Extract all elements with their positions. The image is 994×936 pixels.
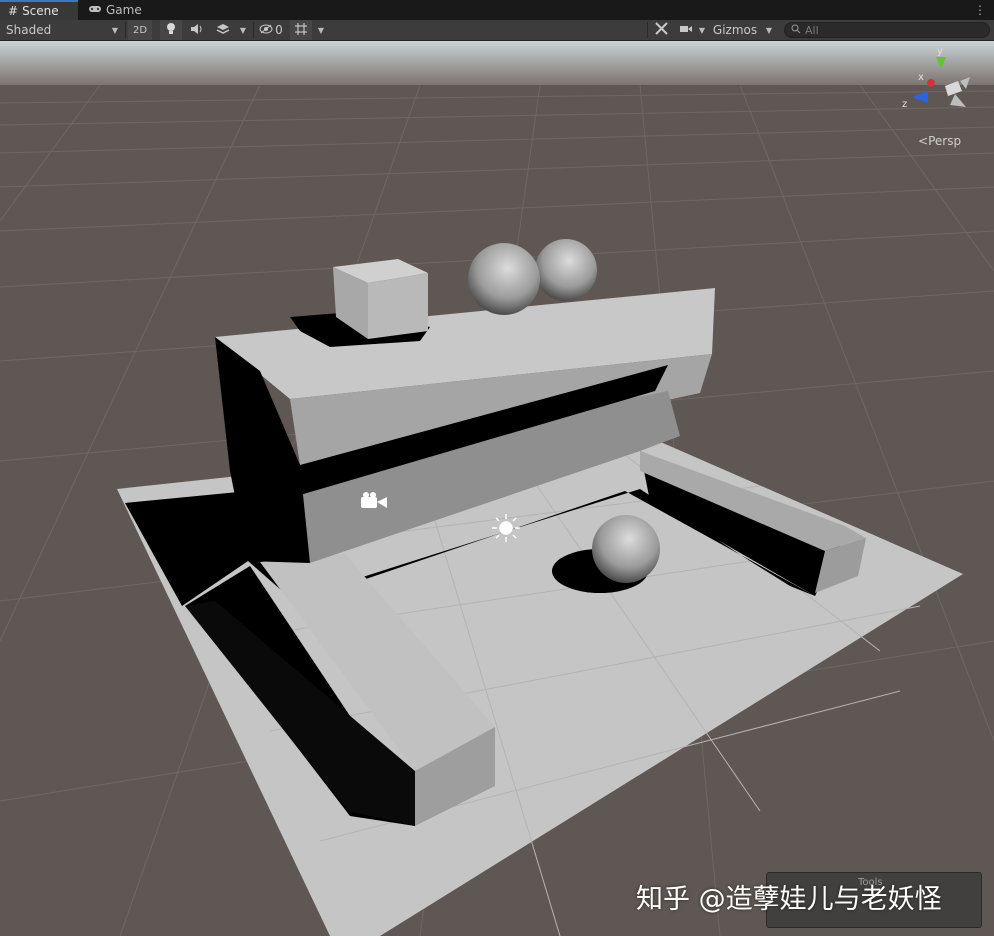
tab-scene-label: Scene — [22, 4, 59, 18]
effects-toggle-button[interactable] — [212, 20, 234, 40]
chevron-down-icon: ▼ — [765, 25, 773, 35]
video-camera-icon — [679, 23, 693, 37]
toolbar-divider — [125, 22, 126, 38]
sphere-back — [535, 239, 597, 301]
gizmo-z-label: z — [902, 99, 907, 110]
toolbar-divider — [647, 22, 648, 38]
gizmo-x-label: x — [918, 72, 924, 83]
grid-dropdown[interactable]: ▼ — [314, 20, 328, 40]
toolbar-divider — [253, 22, 254, 38]
watermark-text: 知乎 @造孽娃儿与老妖怪 — [636, 884, 942, 915]
speaker-icon — [190, 23, 204, 38]
gamepad-icon — [88, 3, 102, 17]
chevron-down-icon: ▼ — [698, 25, 706, 35]
chevron-down-icon: ▼ — [111, 25, 118, 35]
kebab-menu-icon[interactable]: ⋮ — [974, 0, 986, 20]
scene-toolbar: Shaded ▼ 2D ▼ 0 ▼ ▼ Gizmos ▼ All — [0, 20, 994, 41]
camera-settings-button[interactable] — [676, 20, 696, 40]
search-input[interactable] — [805, 23, 975, 37]
tab-scene[interactable]: # Scene — [0, 0, 78, 20]
scene-visibility-toggle[interactable]: 0 — [256, 20, 286, 40]
scene-tab-bar: # Scene Game ⋮ — [0, 0, 994, 20]
gizmos-dropdown[interactable]: ▼ — [762, 20, 776, 40]
scene-viewport[interactable]: y x z <Persp — [0, 41, 994, 936]
chevron-left-icon: < — [918, 134, 929, 148]
toggle-2d-label: 2D — [132, 24, 148, 36]
camera-dropdown[interactable]: ▼ — [696, 20, 708, 40]
sphere-floor — [592, 515, 660, 583]
grid-toggle-button[interactable] — [290, 20, 312, 40]
gizmos-button[interactable]: Gizmos — [710, 20, 760, 40]
tools-icon — [654, 22, 668, 38]
grid-icon — [294, 22, 308, 39]
scene-search-field[interactable] — [784, 22, 990, 38]
layers-icon — [216, 23, 230, 38]
audio-toggle-button[interactable] — [186, 20, 208, 40]
light-gizmo-icon[interactable] — [492, 514, 520, 542]
grid-icon: # — [8, 4, 19, 18]
scene-tools-button[interactable] — [650, 20, 672, 40]
search-icon — [791, 23, 801, 37]
gizmo-x-cone[interactable] — [927, 79, 935, 87]
lightbulb-icon — [166, 22, 176, 38]
projection-label: Persp — [928, 134, 962, 148]
sphere-top — [468, 243, 540, 315]
lighting-toggle-button[interactable] — [160, 20, 182, 40]
draw-mode-label: Shaded — [6, 23, 52, 37]
hidden-count: 0 — [275, 23, 283, 37]
cube-front — [368, 273, 428, 339]
gizmos-label: Gizmos — [712, 23, 758, 37]
projection-toggle[interactable]: <Persp — [918, 134, 961, 148]
gizmo-y-label: y — [937, 46, 943, 57]
scene-canvas[interactable]: y x z — [0, 41, 994, 936]
chevron-down-icon: ▼ — [317, 25, 325, 35]
hidden-eye-icon — [259, 23, 273, 37]
tab-game-label: Game — [106, 3, 142, 17]
effects-dropdown[interactable]: ▼ — [236, 20, 250, 40]
chevron-down-icon: ▼ — [239, 25, 247, 35]
tab-game[interactable]: Game — [80, 0, 160, 20]
toggle-2d-button[interactable]: 2D — [128, 20, 152, 40]
draw-mode-dropdown[interactable]: Shaded ▼ — [0, 20, 124, 40]
